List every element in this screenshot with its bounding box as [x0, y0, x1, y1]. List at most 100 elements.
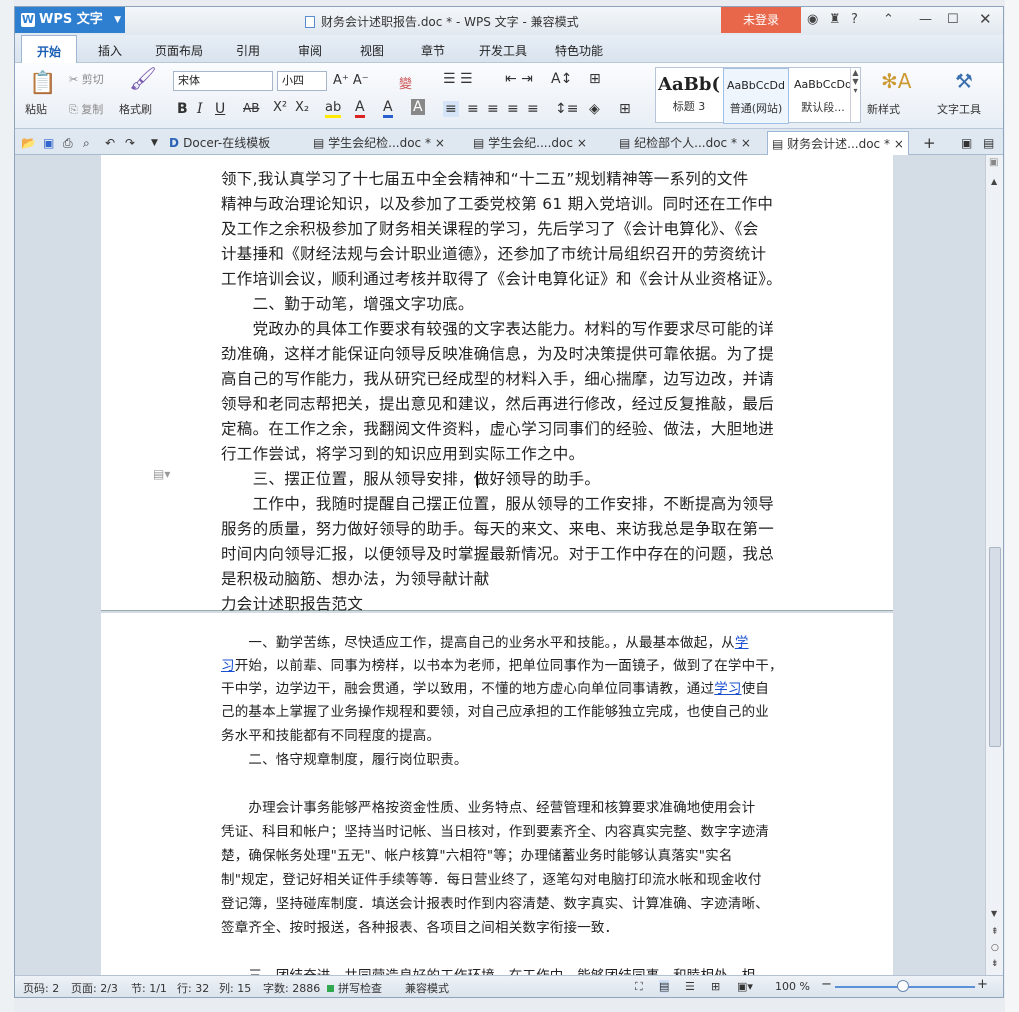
tab-doc-2[interactable]: ▤ 学生会纪....doc × [473, 131, 587, 155]
view-fullscreen-icon[interactable]: ⛶ [635, 980, 643, 994]
undo-icon[interactable]: ↶ [105, 131, 115, 155]
paste-icon[interactable]: 📋 [29, 71, 56, 96]
skin-icon[interactable]: ◉ [807, 12, 818, 27]
zoom-out-icon[interactable]: − [821, 977, 832, 992]
line-spacing-button[interactable]: ↕≡ [555, 101, 578, 117]
align-center-button[interactable]: ≡ [467, 101, 479, 117]
zoom-level[interactable]: 100 % [775, 980, 810, 993]
table-icon[interactable]: ⊞ [589, 71, 601, 87]
zoom-slider-thumb[interactable] [897, 980, 909, 992]
tab-doc-1[interactable]: ▤ 学生会纪检...doc * × [313, 131, 445, 155]
font-color-button-2[interactable]: A [383, 99, 393, 118]
brush-icon[interactable]: 🖌 [129, 67, 157, 92]
cut-button[interactable]: ✂ 剪切 [69, 71, 104, 87]
font-grow-icon[interactable]: A⁺ A⁻ [333, 73, 369, 88]
paragraph-marker-icon[interactable]: ▤▾ [153, 467, 170, 481]
scroll-thumb[interactable] [989, 547, 1001, 747]
scroll-down-icon[interactable]: ▼ [991, 909, 997, 918]
prev-page-icon[interactable]: ⇞ [991, 927, 999, 937]
vertical-scrollbar[interactable]: ▣ ▲ ▼ ⇞ ○ ⇟ [985, 155, 1003, 975]
tab-doc-active[interactable]: ▤ 财务会计述...doc * × [767, 131, 909, 155]
maximize-icon[interactable]: ☐ [947, 12, 959, 27]
italic-button[interactable]: I [197, 101, 203, 117]
tab-close-icon[interactable]: × [577, 136, 587, 150]
indent-icon[interactable]: ⇤ ⇥ [505, 71, 533, 87]
text-tools-button[interactable]: 文字工具 [937, 101, 981, 117]
align-right-button[interactable]: ≡ [487, 101, 499, 117]
underline-button[interactable]: U [215, 101, 225, 117]
new-style-icon[interactable]: ✻A [881, 69, 911, 93]
hyperlink[interactable]: 学习 [714, 681, 741, 697]
tab-special[interactable]: 特色功能 [555, 35, 603, 63]
wps-menu-button[interactable]: W WPS 文字 ▼ [15, 7, 125, 33]
style-heading3[interactable]: AaBb(标题 3 [656, 68, 722, 124]
close-icon[interactable]: ✕ [979, 10, 992, 28]
copy-button[interactable]: ⎘ 复制 [69, 101, 103, 117]
tab-references[interactable]: 引用 [236, 35, 260, 63]
style-scroll[interactable]: ▲ ▼ ▾ [850, 68, 860, 122]
next-page-icon[interactable]: ⇟ [991, 959, 999, 969]
font-color-button[interactable]: A [355, 99, 365, 118]
view-web-icon[interactable]: ⊞ [711, 980, 720, 993]
strikethrough-button[interactable]: AB [243, 101, 259, 115]
print-icon[interactable]: ⎙ [63, 131, 73, 155]
status-word-count[interactable]: 字数: 2886 [263, 980, 320, 996]
help-icon[interactable]: ? [851, 12, 858, 27]
login-button[interactable]: 未登录 [721, 7, 801, 33]
tab-view[interactable]: 视图 [360, 35, 384, 63]
highlight-button[interactable]: ab [325, 100, 342, 118]
char-shading-button[interactable]: A [411, 99, 425, 115]
ruler-toggle-icon[interactable]: ▣ [989, 157, 998, 168]
tab-page-layout[interactable]: 页面布局 [155, 35, 203, 63]
document-area[interactable]: 领下,我认真学习了十七届五中全会精神和“十二五”规划精神等一系列的文件 精神与政治… [15, 155, 985, 975]
new-tab-icon[interactable]: + [923, 131, 936, 155]
minimize-icon[interactable]: — [919, 12, 932, 27]
distributed-button[interactable]: ≡ [527, 101, 539, 117]
sort-icon[interactable]: A↕ [551, 71, 572, 87]
font-name-select[interactable]: 宋体 [173, 71, 273, 91]
customize-dropdown-icon[interactable]: ▼ [151, 131, 158, 155]
subscript-button[interactable]: X₂ [295, 100, 309, 115]
tab-developer[interactable]: 开发工具 [479, 35, 527, 63]
text-tools-icon[interactable]: ⚒ [955, 69, 973, 93]
save-icon[interactable]: ▣ [43, 131, 54, 155]
new-style-button[interactable]: 新样式 [867, 101, 900, 117]
justify-button[interactable]: ≡ [507, 101, 519, 117]
tab-close-icon[interactable]: × [741, 136, 751, 150]
tab-review[interactable]: 审阅 [298, 35, 322, 63]
print-preview-icon[interactable]: ⌕ [83, 131, 90, 155]
bullets-icon[interactable]: ☰ ☰ [443, 71, 473, 87]
tab-docer[interactable]: D Docer-在线模板 [169, 131, 270, 155]
view-outline-icon[interactable]: ☰ [685, 980, 695, 993]
tab-insert[interactable]: 插入 [98, 35, 122, 63]
shirt-icon[interactable]: ♜ [829, 12, 841, 27]
hyperlink[interactable]: 学 [735, 635, 749, 651]
tab-list-icon[interactable]: ▣ [961, 131, 972, 155]
tab-home[interactable]: 开始 [21, 35, 77, 64]
borders-icon[interactable]: ⊞ [619, 101, 631, 117]
tab-menu-icon[interactable]: ▤ [983, 131, 994, 155]
shading-icon[interactable]: ◈ [589, 101, 600, 117]
tab-close-icon[interactable]: × [894, 137, 904, 151]
redo-icon[interactable]: ↷ [125, 131, 135, 155]
font-size-select[interactable]: 小四 [277, 71, 327, 91]
format-painter-button[interactable]: 格式刷 [119, 101, 152, 117]
superscript-button[interactable]: X² [273, 100, 287, 115]
spell-check-toggle[interactable]: 拼写检查 [327, 980, 382, 996]
bold-button[interactable]: B [177, 101, 188, 117]
tab-doc-3[interactable]: ▤ 纪检部个人...doc * × [619, 131, 751, 155]
browse-object-icon[interactable]: ○ [991, 943, 999, 953]
tab-close-icon[interactable]: × [435, 136, 445, 150]
zoom-in-icon[interactable]: + [977, 977, 988, 992]
hyperlink[interactable]: 习 [221, 658, 235, 674]
collapse-ribbon-icon[interactable]: ⌃ [883, 12, 894, 27]
open-icon[interactable]: 📂 [21, 131, 36, 155]
phonetic-icon[interactable]: 變 [399, 73, 412, 92]
paste-button[interactable]: 粘贴 [25, 101, 47, 117]
tab-chapter[interactable]: 章节 [421, 35, 445, 63]
view-reading-icon[interactable]: ▣▾ [737, 980, 753, 993]
style-normal-web[interactable]: AaBbCcDd 普通(网站) [723, 68, 789, 124]
view-page-icon[interactable]: ▤ [659, 980, 670, 993]
scroll-up-icon[interactable]: ▲ [991, 177, 997, 186]
align-left-button[interactable]: ≡ [443, 101, 459, 117]
